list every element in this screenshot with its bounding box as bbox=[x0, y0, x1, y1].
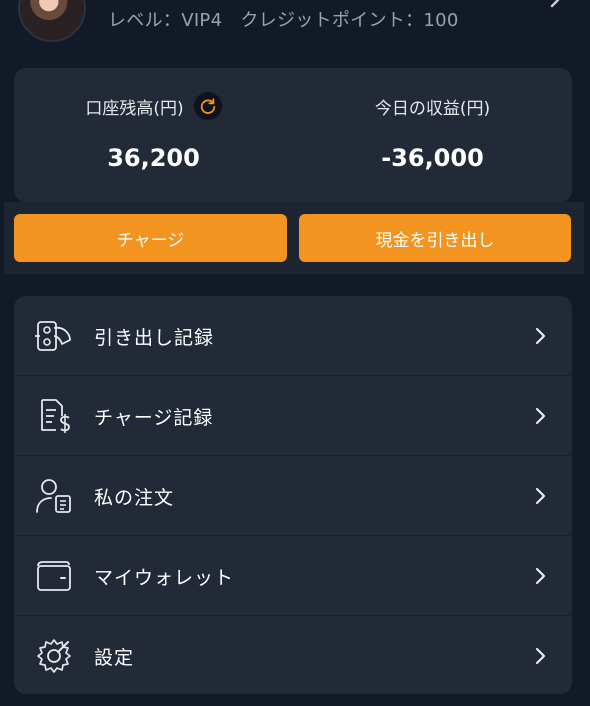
profile-header[interactable]: レベル：VIP4 クレジットポイント：100 bbox=[0, 0, 590, 60]
menu-item-settings[interactable]: 設定 bbox=[14, 616, 572, 694]
charge-record-icon bbox=[41, 399, 70, 433]
chevron-right-icon bbox=[535, 487, 546, 505]
chevron-right-icon[interactable] bbox=[546, 0, 566, 14]
settings-icon bbox=[37, 639, 71, 673]
account-balance-label: 口座残高(円) bbox=[85, 98, 184, 119]
account-balance-value: 36,200 bbox=[107, 144, 200, 172]
my-orders-icon bbox=[36, 479, 71, 513]
menu-item-my-orders[interactable]: 私の注文 bbox=[14, 456, 572, 536]
level-text: レベル：VIP4 bbox=[108, 10, 223, 31]
wallet-icon bbox=[37, 561, 71, 591]
chevron-right-icon bbox=[535, 567, 546, 585]
menu-item-wallet[interactable]: マイウォレット bbox=[14, 536, 572, 616]
menu-item-label: 私の注文 bbox=[94, 487, 175, 509]
today-earnings-label: 今日の収益(円) bbox=[374, 98, 491, 119]
menu-list: 引き出し記録 チャージ記録 私の注文 マイウォレット 設定 bbox=[14, 296, 572, 694]
balance-card: 口座残高(円) 36,200 今日の収益(円) -36,000 bbox=[14, 68, 572, 202]
menu-item-label: チャージ記録 bbox=[94, 407, 214, 429]
menu-item-withdraw-record[interactable]: 引き出し記録 bbox=[14, 296, 572, 376]
menu-item-charge-record[interactable]: チャージ記録 bbox=[14, 376, 572, 456]
avatar[interactable] bbox=[18, 0, 86, 42]
chevron-right-icon bbox=[535, 327, 546, 345]
charge-button[interactable]: チャージ bbox=[14, 214, 287, 262]
withdraw-record-icon bbox=[35, 321, 71, 351]
action-buttons: チャージ 現金を引き出し bbox=[4, 202, 584, 274]
withdraw-button[interactable]: 現金を引き出し bbox=[299, 214, 571, 262]
chevron-right-icon bbox=[535, 407, 546, 425]
menu-item-label: 設定 bbox=[94, 647, 135, 669]
today-earnings-value: -36,000 bbox=[381, 144, 484, 172]
menu-item-label: 引き出し記録 bbox=[94, 327, 215, 349]
credit-points-text: クレジットポイント：100 bbox=[240, 10, 459, 31]
refresh-icon bbox=[200, 98, 215, 114]
menu-item-label: マイウォレット bbox=[94, 567, 235, 589]
chevron-right-icon bbox=[535, 647, 546, 665]
refresh-button[interactable] bbox=[193, 92, 222, 120]
profile-level-line: レベル：VIP4 クレジットポイント：100 bbox=[108, 6, 459, 32]
